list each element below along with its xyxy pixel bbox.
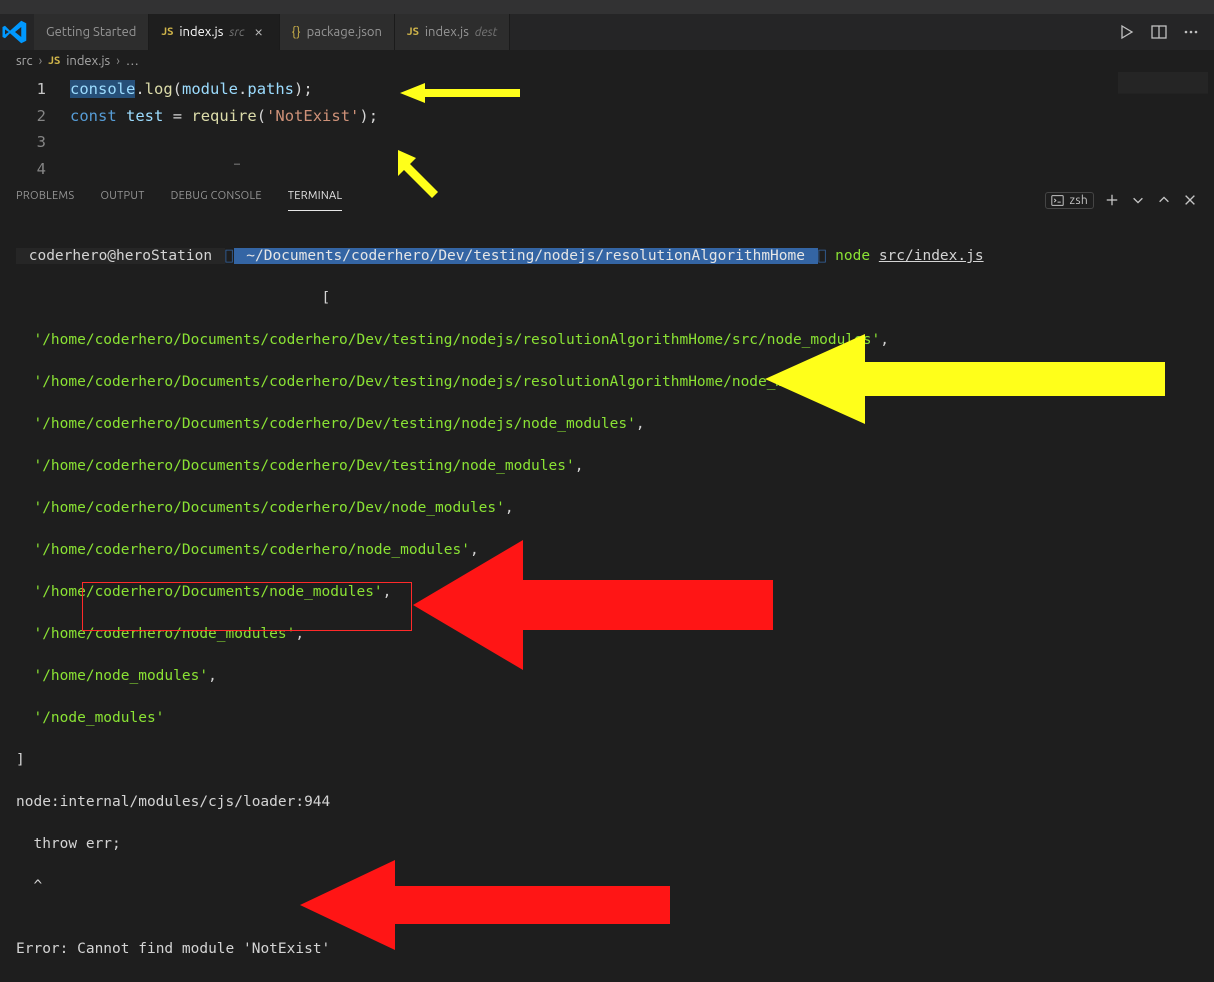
terminal-line: '/home/coderhero/node_modules', (16, 624, 1198, 645)
close-icon[interactable]: × (251, 23, 267, 41)
code-line[interactable]: console.log(module.paths); (70, 76, 1214, 103)
tab-label: index.js (425, 25, 469, 39)
terminal-line: node:internal/modules/cjs/loader:944 (16, 792, 1198, 813)
terminal-arg: src/index.js (879, 248, 984, 264)
terminal-line: throw err; (16, 834, 1198, 855)
prompt-user: coderhero@heroStation (16, 248, 225, 264)
close-icon[interactable] (1182, 192, 1198, 208)
code-area[interactable]: console.log(module.paths); const test = … (70, 76, 1214, 182)
tab-terminal[interactable]: TERMINAL (288, 190, 343, 211)
run-icon[interactable] (1118, 23, 1136, 41)
tab-problems[interactable]: PROBLEMS (16, 190, 74, 210)
tab-label: Getting Started (46, 25, 136, 39)
chevron-down-icon[interactable] (1130, 192, 1146, 208)
editor-tabstrip: Getting Started JS index.js src × {} pac… (0, 14, 1214, 50)
panel-header: PROBLEMS OUTPUT DEBUG CONSOLE TERMINAL z… (0, 182, 1214, 217)
terminal-line: '/home/node_modules', (16, 666, 1198, 687)
terminal-line: '/node_modules' (16, 708, 1198, 729)
terminal-line: [ (16, 288, 1198, 309)
prompt-path: ~/Documents/coderhero/Dev/testing/nodejs… (234, 248, 818, 264)
tab-index-js-dest[interactable]: JS index.js dest (395, 14, 510, 50)
more-icon[interactable] (1182, 23, 1200, 41)
breadcrumb-item[interactable]: src (16, 54, 33, 68)
terminal-line: '/home/coderhero/Documents/coderhero/Dev… (16, 498, 1198, 519)
breadcrumb-item[interactable]: … (126, 54, 139, 68)
shell-selector[interactable]: zsh (1045, 192, 1094, 209)
terminal-line: '/home/coderhero/Documents/coderhero/Dev… (16, 372, 1198, 393)
tab-debug-console[interactable]: DEBUG CONSOLE (171, 190, 262, 210)
terminal-toolbar: zsh (1045, 192, 1198, 209)
chevron-up-icon[interactable] (1156, 192, 1172, 208)
terminal-line: ^ (16, 876, 1198, 897)
terminal-line: '/home/coderhero/Documents/coderhero/Dev… (16, 330, 1198, 351)
minimap[interactable] (1118, 72, 1208, 162)
code-editor[interactable]: 1 2 3 4 console.log(module.paths); const… (0, 72, 1214, 182)
tab-qualifier: src (229, 26, 244, 39)
prompt-separator:  (818, 248, 827, 264)
prompt-separator:  (225, 248, 234, 264)
javascript-icon: JS (48, 55, 60, 67)
terminal-line: '/home/coderhero/Documents/coderhero/Dev… (16, 414, 1198, 435)
terminal-line: '/home/coderhero/Documents/coderhero/nod… (16, 540, 1198, 561)
titlebar (0, 0, 1214, 14)
line-number-gutter: 1 2 3 4 (0, 76, 70, 182)
code-line[interactable]: const test = require('NotExist'); (70, 103, 1214, 130)
new-terminal-icon[interactable] (1104, 192, 1120, 208)
breadcrumb[interactable]: src › JS index.js › … (0, 50, 1214, 72)
javascript-icon: JS (161, 26, 173, 38)
terminal-line: Error: Cannot find module 'NotExist' (16, 939, 1198, 960)
tab-output[interactable]: OUTPUT (100, 190, 144, 210)
json-icon: {} (292, 25, 301, 39)
tab-qualifier: dest (475, 26, 497, 39)
editor-toolbar (1118, 14, 1214, 50)
tab-label: index.js (179, 25, 223, 39)
tab-getting-started[interactable]: Getting Started (34, 14, 149, 50)
shell-name: zsh (1070, 194, 1088, 207)
terminal-line: '/home/coderhero/Documents/coderhero/Dev… (16, 456, 1198, 477)
terminal-line: ] (16, 750, 1198, 771)
breadcrumb-item[interactable]: index.js (66, 54, 110, 68)
split-editor-icon[interactable] (1150, 23, 1168, 41)
tab-package-json[interactable]: {} package.json (280, 14, 395, 50)
vscode-logo-icon (0, 14, 30, 50)
tab-index-js-src[interactable]: JS index.js src × (149, 14, 279, 50)
terminal-output[interactable]: coderhero@heroStation  ~/Documents/code… (0, 217, 1214, 982)
javascript-icon: JS (407, 26, 419, 38)
terminal-command: node (835, 248, 870, 264)
tab-label: package.json (307, 25, 382, 39)
chevron-right-icon: › (39, 54, 43, 68)
terminal-line: '/home/coderhero/Documents/node_modules'… (16, 582, 1198, 603)
chevron-right-icon: › (116, 54, 120, 68)
